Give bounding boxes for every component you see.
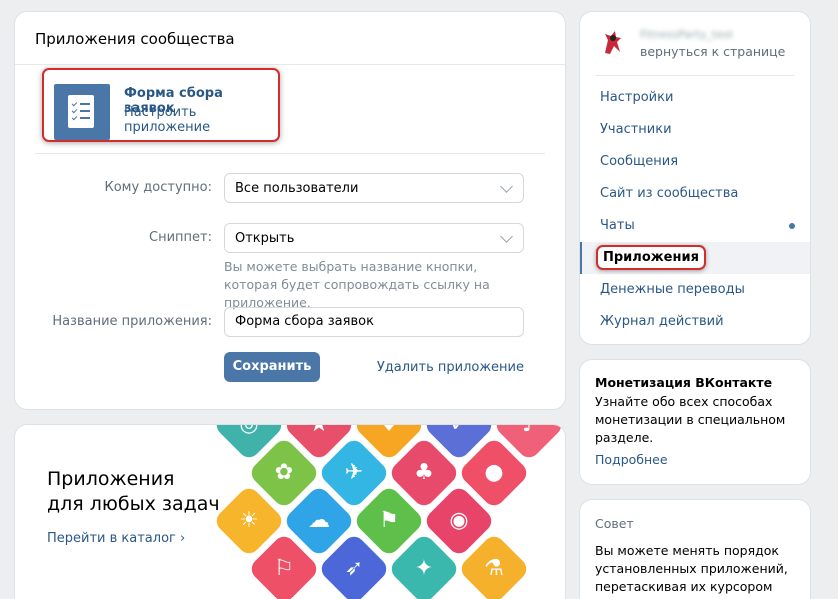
divider bbox=[596, 75, 794, 76]
access-label: Кому доступно: bbox=[104, 180, 212, 195]
promo-title: Приложения для любых задач bbox=[47, 467, 220, 517]
sidebar-item-label: Настройки bbox=[600, 90, 674, 105]
monetization-text: Узнайте обо всех способах монетизации в … bbox=[595, 394, 786, 445]
location-icon: ⚑ bbox=[379, 508, 399, 533]
chevron-down-icon bbox=[500, 180, 513, 193]
sidebar-item-label: Журнал действий bbox=[600, 314, 724, 329]
star-icon: ★ bbox=[305, 425, 333, 439]
target-icon: ◉ bbox=[449, 508, 469, 533]
heart-icon: ♥ bbox=[375, 425, 403, 439]
tip-title: Совет bbox=[595, 516, 634, 531]
promo-title-line: Приложения bbox=[47, 468, 175, 490]
rocket-icon: ➶ bbox=[344, 556, 364, 581]
cloud-icon: ☁ bbox=[308, 508, 330, 533]
check-icon: ✓ bbox=[445, 425, 473, 439]
chevron-down-icon bbox=[500, 230, 513, 243]
community-name[interactable]: FitnessParty_test bbox=[640, 28, 733, 41]
sidebar-item-label: Сайт из сообщества bbox=[600, 186, 739, 201]
access-select[interactable]: Все пользователи bbox=[224, 173, 524, 203]
avatar[interactable] bbox=[596, 26, 628, 58]
divider bbox=[15, 64, 565, 65]
active-indicator bbox=[580, 242, 582, 274]
configure-app-link[interactable]: Настроить приложение bbox=[124, 105, 278, 135]
monetization-card: Монетизация ВКонтакте Узнайте обо всех с… bbox=[580, 360, 810, 484]
catalog-link[interactable]: Перейти в каталог › bbox=[47, 531, 185, 546]
snippet-select-value: Открыть bbox=[235, 231, 295, 246]
bell-icon: ♣ bbox=[414, 460, 434, 485]
snippet-hint: Вы можете выбрать название кнопки, котор… bbox=[224, 259, 490, 310]
tip-card: Совет Вы можете менять порядок установле… bbox=[580, 500, 810, 599]
promo-title-line: для любых задач bbox=[47, 493, 220, 515]
unread-dot-icon bbox=[789, 223, 795, 229]
community-apps-card: Приложения сообщества Форма сбора заявок… bbox=[15, 12, 565, 409]
sidebar-item-label: Приложения bbox=[596, 245, 706, 270]
sidebar-item-label: Сообщения bbox=[600, 154, 679, 169]
divider bbox=[35, 153, 545, 154]
more-link[interactable]: Подробнее bbox=[595, 452, 668, 467]
monetization-title: Монетизация ВКонтакте bbox=[595, 375, 773, 390]
sidebar-item-settings[interactable]: Настройки bbox=[580, 82, 810, 114]
page-title: Приложения сообщества bbox=[35, 30, 235, 48]
community-menu: FitnessParty_test вернуться к странице Н… bbox=[580, 12, 810, 344]
flower-icon: ✿ bbox=[274, 460, 294, 485]
music-icon: ♪ bbox=[515, 425, 543, 439]
access-select-value: Все пользователи bbox=[235, 181, 359, 196]
sidebar-item-community-site[interactable]: Сайт из сообщества bbox=[580, 178, 810, 210]
app-name-label: Название приложения: bbox=[52, 314, 212, 329]
save-button[interactable]: Сохранить bbox=[224, 352, 320, 382]
sidebar-item-chats[interactable]: Чаты bbox=[580, 210, 810, 242]
food-icon: ● bbox=[484, 460, 504, 485]
sidebar-item-action-log[interactable]: Журнал действий bbox=[580, 306, 810, 338]
sidebar-item-members[interactable]: Участники bbox=[580, 114, 810, 146]
bulb-icon: ✦ bbox=[414, 556, 434, 581]
delete-app-link[interactable]: Удалить приложение bbox=[377, 360, 524, 375]
sidebar-item-messages[interactable]: Сообщения bbox=[580, 146, 810, 178]
back-to-page-link[interactable]: вернуться к странице bbox=[640, 44, 785, 59]
installed-app-tile[interactable]: Форма сбора заявок Настроить приложение bbox=[42, 68, 280, 142]
sidebar-item-label: Чаты bbox=[600, 218, 635, 233]
apps-promo-banner: Приложения для любых задач Перейти в кат… bbox=[15, 425, 565, 599]
flag-icon: ⚐ bbox=[274, 556, 294, 581]
sidebar-item-label: Участники bbox=[600, 122, 672, 137]
sidebar-item-apps[interactable]: Приложения bbox=[580, 242, 810, 274]
snippet-select[interactable]: Открыть bbox=[224, 223, 524, 253]
sun-icon: ☀ bbox=[239, 508, 259, 533]
tip-text: Вы можете менять порядок установленных п… bbox=[595, 543, 788, 594]
globe-icon: ◎ bbox=[235, 425, 263, 439]
sidebar-item-label: Денежные переводы bbox=[600, 282, 745, 297]
flask-icon: ⚗ bbox=[484, 556, 504, 581]
sidebar-item-money-transfers[interactable]: Денежные переводы bbox=[580, 274, 810, 306]
plane-icon: ✈ bbox=[344, 460, 364, 485]
form-checklist-icon bbox=[54, 84, 110, 140]
app-name-input[interactable]: Форма сбора заявок bbox=[224, 307, 524, 337]
snippet-label: Сниппет: bbox=[149, 230, 212, 245]
